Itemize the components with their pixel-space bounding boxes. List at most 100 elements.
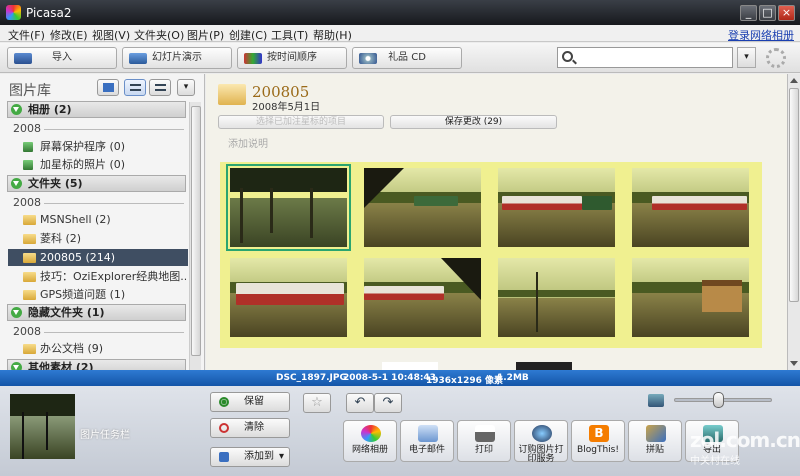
sidebar-item-label: 加星标的照片 (0) (40, 158, 126, 171)
photo-thumbnail[interactable] (230, 258, 347, 337)
folder-icon (23, 344, 36, 354)
hold-icon (219, 397, 229, 407)
clear-button[interactable]: 清除 (210, 418, 290, 438)
blogthis-button[interactable]: B BlogThis! (571, 420, 625, 462)
year-label: 2008 (13, 325, 41, 338)
group-folders-header[interactable]: 文件夹 (5) (7, 175, 186, 192)
folder-icon (23, 234, 36, 244)
group-hidden-header[interactable]: 隐藏文件夹 (1) (7, 304, 186, 321)
sidebar-item-office-docs[interactable]: 办公文档 (9) (22, 340, 186, 357)
sidebar-item-msnshell[interactable]: MSNShell (2) (22, 211, 186, 228)
tree-view-button[interactable] (149, 79, 171, 96)
search-input[interactable] (557, 47, 733, 68)
folder-icon (23, 290, 36, 300)
photo-thumbnail[interactable] (382, 362, 438, 370)
scrollbar-thumb[interactable] (789, 88, 799, 302)
photo-thumbnail[interactable] (364, 258, 481, 337)
search-options-dropdown[interactable]: ▾ (737, 47, 756, 68)
clear-icon (219, 423, 229, 433)
minimize-button[interactable]: _ (740, 5, 757, 21)
group-label: 其他素材 (2) (28, 361, 94, 370)
sidebar-options-button[interactable]: ▾ (177, 79, 195, 96)
menu-help[interactable]: 帮助(H) (313, 27, 352, 43)
timeline-button[interactable]: 按时间顺序 (237, 47, 347, 69)
rotate-left-button[interactable]: ↶ (346, 393, 374, 413)
menu-picture[interactable]: 图片(P) (187, 27, 224, 43)
photo-thumbnail[interactable] (632, 258, 749, 337)
slider-handle[interactable] (712, 392, 724, 408)
print-button[interactable]: 打印 (457, 420, 511, 462)
scroll-up-icon[interactable] (790, 78, 798, 83)
divider (44, 332, 184, 333)
add-caption-field[interactable]: 添加说明 (228, 135, 268, 150)
email-button[interactable]: 电子邮件 (400, 420, 454, 462)
import-button[interactable]: 导入 (7, 47, 117, 69)
action-label: 网络相册 (351, 445, 388, 455)
sidebar-scrollbar[interactable] (189, 102, 201, 370)
photo-thumbnail[interactable] (498, 258, 615, 337)
photo-thumbnail[interactable] (364, 168, 481, 247)
picture-tray: 图片任务栏 保留 清除 添加到 ▾ ☆ ↶ ↷ 网络相册 电子邮件 打印 订购图片… (0, 386, 800, 476)
photo-thumbnail[interactable] (498, 168, 615, 247)
save-changes-button[interactable]: 保存更改 (29) (390, 115, 557, 129)
collage-button[interactable]: 拼贴 (628, 420, 682, 462)
action-label: 电子邮件 (408, 445, 445, 455)
search-icon (562, 51, 573, 62)
rotate-right-button[interactable]: ↷ (374, 393, 402, 413)
group-label: 文件夹 (5) (28, 177, 83, 190)
group-label: 相册 (2) (28, 103, 72, 116)
star-button[interactable]: ☆ (303, 393, 331, 413)
sign-in-web-albums-link[interactable]: 登录网络相册 (728, 27, 794, 43)
photo-thumbnail[interactable] (226, 164, 351, 251)
printer-icon (475, 425, 495, 442)
thumbnail-grid (220, 162, 762, 348)
menu-create[interactable]: 创建(C) (229, 27, 267, 43)
status-bar: DSC_1897.JPG 2008-5-1 10:48:43 1936x1296… (0, 370, 800, 386)
flat-view-button[interactable] (124, 79, 146, 96)
email-icon (418, 425, 438, 442)
folder-icon (218, 84, 246, 105)
folder-icon (23, 272, 36, 282)
collapse-arrow-icon (11, 104, 22, 115)
add-to-button[interactable]: 添加到 ▾ (210, 447, 290, 467)
scrollbar-thumb[interactable] (191, 106, 201, 356)
tray-photo[interactable] (10, 394, 75, 459)
menu-view[interactable]: 视图(V) (92, 27, 130, 43)
hold-button[interactable]: 保留 (210, 392, 290, 412)
menu-file[interactable]: 文件(F) (8, 27, 45, 43)
menu-tools[interactable]: 工具(T) (271, 27, 308, 43)
hold-label: 保留 (244, 396, 264, 407)
sidebar-item-starred[interactable]: 加星标的照片 (0) (22, 156, 186, 173)
web-album-button[interactable]: 网络相册 (343, 420, 397, 462)
sidebar-item-screensaver[interactable]: 屏幕保护程序 (0) (22, 138, 186, 155)
status-datetime: 2008-5-1 10:48:43 (343, 373, 436, 383)
group-other-header[interactable]: 其他素材 (2) (7, 359, 186, 370)
list-view-icon (130, 84, 141, 91)
sidebar-item-lingke[interactable]: 菱科 (2) (22, 230, 186, 247)
photo-thumbnail[interactable] (516, 362, 572, 370)
import-label: 导入 (52, 52, 72, 63)
maximize-button[interactable]: □ (759, 5, 776, 21)
sidebar-item-label: 技巧：OziExplorer经典地图... (40, 270, 186, 283)
year-label: 2008 (13, 122, 41, 135)
scroll-down-icon[interactable] (790, 361, 798, 366)
menu-edit[interactable]: 修改(E) (50, 27, 88, 43)
photo-thumbnail[interactable] (632, 168, 749, 247)
gift-cd-button[interactable]: 礼品 CD (352, 47, 462, 69)
group-albums-header[interactable]: 相册 (2) (7, 101, 186, 118)
select-starred-button[interactable]: 选择已加注星标的项目 (218, 115, 384, 129)
collapse-arrow-icon (11, 307, 22, 318)
folder-icon (23, 215, 36, 225)
add-folder-button[interactable] (97, 79, 119, 96)
sidebar-item-label: 200805 (214) (40, 251, 116, 264)
sidebar-item-gps[interactable]: GPS频道问题 (1) (22, 286, 186, 303)
menu-folder[interactable]: 文件夹(O) (134, 27, 184, 43)
sidebar-item-oziexplorer[interactable]: 技巧：OziExplorer经典地图... (22, 268, 186, 285)
collage-icon (646, 425, 666, 442)
order-prints-button[interactable]: 订购图片打印服务 (514, 420, 568, 464)
clear-label: 清除 (244, 422, 264, 433)
main-scrollbar[interactable] (787, 74, 800, 370)
slideshow-button[interactable]: 幻灯片演示 (122, 47, 232, 69)
sidebar-item-200805[interactable]: 200805 (214) (8, 249, 188, 266)
close-button[interactable]: × (778, 5, 795, 21)
